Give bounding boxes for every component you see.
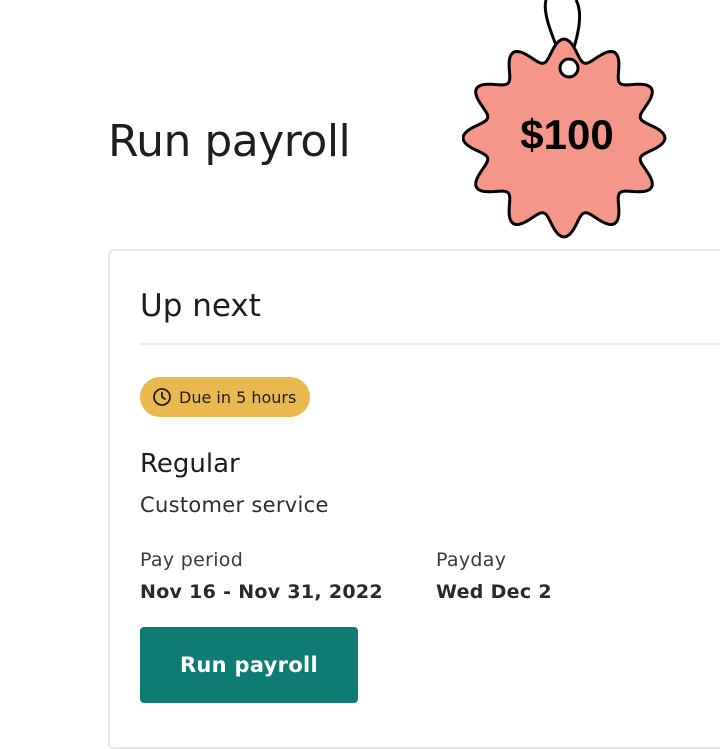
- up-next-card: Up next Due in 5 hours Regular Customer …: [108, 249, 720, 749]
- pay-period-value: Nov 16 - Nov 31, 2022: [140, 581, 383, 603]
- pay-period-label: Pay period: [140, 549, 244, 571]
- payday-value: Wed Dec 2: [436, 581, 552, 603]
- payday-label: Payday: [436, 549, 507, 571]
- department-name: Customer service: [140, 493, 329, 517]
- due-status-text: Due in 5 hours: [179, 387, 297, 407]
- page-title: Run payroll: [108, 116, 351, 167]
- price-text: $100: [520, 111, 614, 158]
- due-status-badge: Due in 5 hours: [140, 377, 311, 417]
- run-payroll-button[interactable]: Run payroll: [140, 627, 358, 703]
- payroll-run-type: Regular: [140, 449, 240, 479]
- card-divider: [140, 343, 720, 345]
- tag-hole: [558, 57, 580, 79]
- price-tag: $100: [461, 0, 678, 244]
- clock-icon: [152, 387, 172, 407]
- card-title: Up next: [140, 288, 261, 324]
